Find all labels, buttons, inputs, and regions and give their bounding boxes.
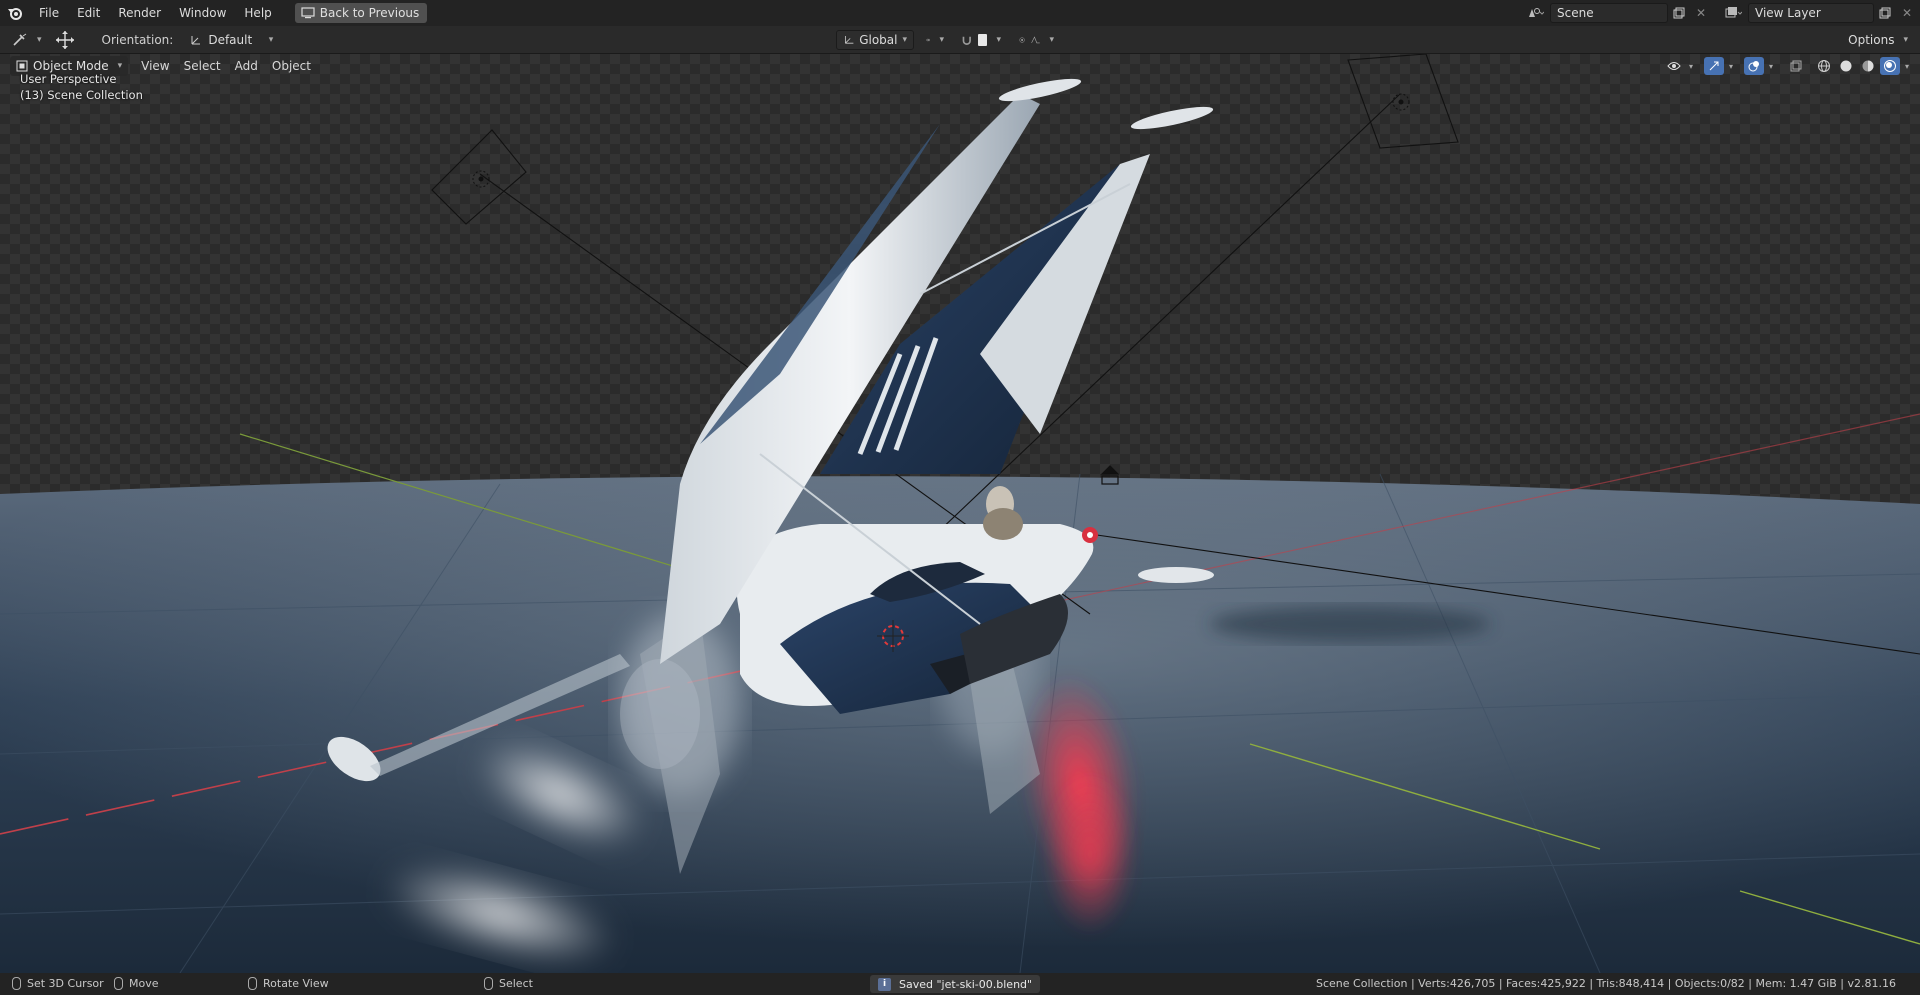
- overlays-toggle-icon[interactable]: [1744, 57, 1764, 75]
- move-tool-icon[interactable]: [50, 30, 80, 50]
- menu-edit[interactable]: Edit: [68, 1, 109, 25]
- shading-caret-icon[interactable]: ▾: [1902, 57, 1912, 75]
- pivot-icon: [926, 38, 930, 41]
- scene-remove-icon[interactable]: ✕: [1690, 3, 1712, 23]
- overlays-caret-icon[interactable]: ▾: [1766, 57, 1776, 75]
- visibility-caret-icon[interactable]: ▾: [1686, 57, 1696, 75]
- solid-shading-icon[interactable]: [1836, 57, 1856, 75]
- xray-toggle-icon[interactable]: [1786, 57, 1806, 75]
- global-axis-icon: [844, 35, 854, 44]
- status-hint-1-label: Set 3D Cursor: [27, 977, 104, 990]
- mouse-right-icon: [114, 977, 123, 990]
- info-icon: i: [878, 977, 891, 991]
- status-hint-3-label: Rotate View: [263, 977, 329, 990]
- scene-statistics: Scene Collection | Verts:426,705 | Faces…: [1316, 977, 1896, 990]
- viewport-menu-add[interactable]: Add: [228, 59, 265, 73]
- status-hint-move: Move: [114, 977, 159, 990]
- viewport-menu-select[interactable]: Select: [177, 59, 228, 73]
- scene-selector: Scene ✕: [1524, 3, 1712, 23]
- scene-name-field[interactable]: Scene: [1550, 3, 1668, 23]
- scene-browse-icon[interactable]: [1524, 3, 1546, 23]
- status-hint-set-cursor: Set 3D Cursor: [12, 977, 104, 990]
- menu-help[interactable]: Help: [235, 1, 280, 25]
- scene-new-icon[interactable]: [1668, 3, 1690, 23]
- right-float: [1138, 567, 1214, 583]
- view-layer-selector: View Layer ✕: [1722, 3, 1918, 23]
- 3d-viewport[interactable]: Object Mode ▾ View Select Add Object ▾ ▾…: [0, 54, 1920, 973]
- options-dropdown[interactable]: Options ▾: [1848, 30, 1914, 50]
- menu-render[interactable]: Render: [109, 1, 170, 25]
- status-message[interactable]: i Saved "jet-ski-00.blend": [870, 975, 1041, 993]
- menu-window[interactable]: Window: [170, 1, 235, 25]
- transform-space-value: Global: [859, 32, 898, 47]
- material-preview-icon[interactable]: [1858, 57, 1878, 75]
- mouse-left-icon: [12, 977, 21, 990]
- viewport-collection-label: (13) Scene Collection: [20, 88, 143, 102]
- snap-target-icon: [977, 33, 988, 46]
- scene-render[interactable]: [0, 54, 1920, 973]
- status-message-text: Saved "jet-ski-00.blend": [899, 977, 1033, 991]
- orientation-label: Orientation:: [101, 32, 174, 47]
- status-hint-4-label: Select: [499, 977, 533, 990]
- viewport-menu-object[interactable]: Object: [265, 59, 318, 73]
- gizmo-caret-icon[interactable]: ▾: [1726, 57, 1736, 75]
- back-button-label: Back to Previous: [319, 6, 420, 20]
- falloff-icon: [1031, 35, 1040, 43]
- object-mode-icon: [16, 60, 28, 72]
- visibility-eye-icon[interactable]: [1664, 57, 1684, 75]
- status-bar: Set 3D Cursor Move Rotate View Select i …: [0, 973, 1920, 995]
- pivot-point-dropdown[interactable]: ▾: [920, 30, 950, 50]
- status-hint-rotate: Rotate View: [248, 977, 329, 990]
- view-layer-remove-icon[interactable]: ✕: [1896, 3, 1918, 23]
- mouse-middle-icon: [248, 977, 257, 990]
- gizmo-toggle-icon[interactable]: [1704, 57, 1724, 75]
- viewport-menu-view[interactable]: View: [134, 59, 176, 73]
- rendered-shading-icon[interactable]: [1880, 57, 1900, 75]
- status-hint-select: Select: [484, 977, 533, 990]
- tool-header: ▾ Orientation: Default ▾ Global ▾ ▾ ▾ ▾ …: [0, 26, 1920, 54]
- status-hint-2-label: Move: [129, 977, 159, 990]
- tool-settings-icon: [13, 33, 27, 46]
- view-layer-browse-icon[interactable]: [1722, 3, 1744, 23]
- orientation-value: Default: [208, 32, 253, 47]
- editor-type-dropdown[interactable]: ▾: [8, 30, 46, 50]
- blender-logo-icon[interactable]: [0, 0, 30, 26]
- menu-file[interactable]: File: [30, 1, 68, 25]
- top-bar: File Edit Render Window Help Back to Pre…: [0, 0, 1920, 26]
- view-layer-field[interactable]: View Layer: [1748, 3, 1874, 23]
- orientation-icon: [191, 35, 201, 44]
- proportional-editing-controls[interactable]: ▾: [1012, 30, 1060, 50]
- view-layer-new-icon[interactable]: [1874, 3, 1896, 23]
- snap-controls[interactable]: ▾: [955, 30, 1007, 50]
- viewport-perspective-label: User Perspective: [20, 72, 117, 86]
- mouse-left-icon-2: [484, 977, 493, 990]
- back-to-previous-button[interactable]: Back to Previous: [294, 3, 428, 23]
- proportional-edit-icon: [1019, 36, 1025, 43]
- screen-icon: [301, 7, 315, 19]
- viewport-shading-controls: ▾ ▾ ▾ ▾: [1664, 57, 1912, 75]
- magnet-icon: [962, 36, 971, 45]
- object-mode-label: Object Mode: [33, 59, 109, 73]
- orientation-dropdown[interactable]: Default ▾: [183, 30, 279, 50]
- transform-orientation-dropdown[interactable]: Global ▾: [836, 29, 914, 50]
- options-label: Options: [1848, 32, 1895, 47]
- viewport-header: Object Mode ▾ View Select Add Object ▾ ▾…: [0, 54, 1920, 78]
- wireframe-shading-icon[interactable]: [1814, 57, 1834, 75]
